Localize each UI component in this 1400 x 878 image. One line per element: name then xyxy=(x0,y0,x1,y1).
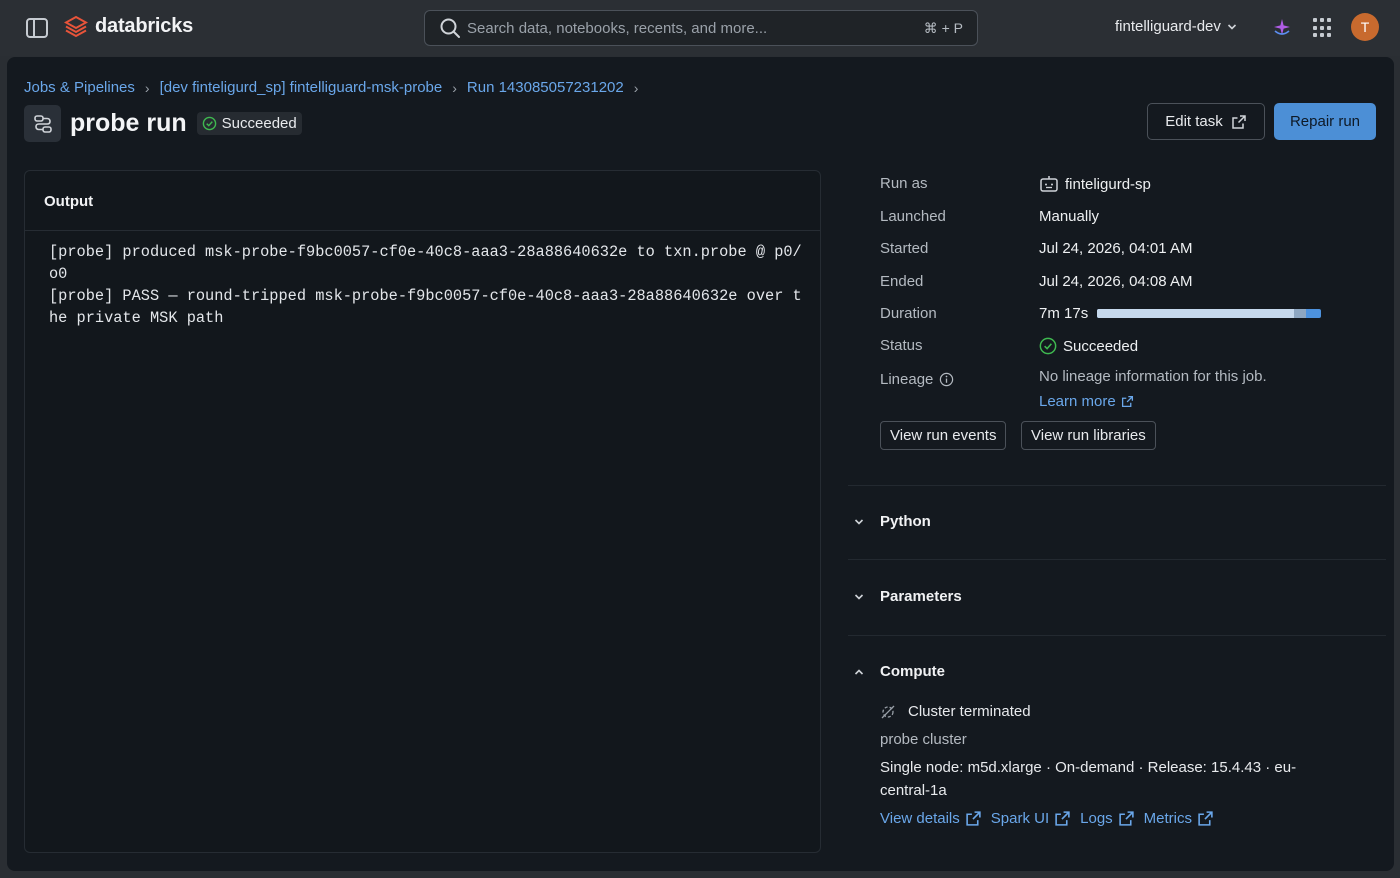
chevron-right-icon: › xyxy=(452,79,457,96)
repair-run-button[interactable]: Repair run xyxy=(1274,103,1376,140)
lineage-label: Lineage xyxy=(880,371,934,388)
duration-timeline-bar[interactable] xyxy=(1097,309,1322,318)
title-row: probe run Succeeded xyxy=(24,105,302,142)
breadcrumb-job[interactable]: [dev finteligurd_sp] fintelliguard-msk-p… xyxy=(160,79,443,96)
avatar[interactable]: T xyxy=(1351,13,1379,41)
check-circle-icon xyxy=(1039,337,1057,355)
chevron-down-icon xyxy=(852,516,866,528)
task-icon xyxy=(24,105,61,142)
output-title: Output xyxy=(25,171,820,231)
breadcrumb: Jobs & Pipelines › [dev finteligurd_sp] … xyxy=(24,79,638,96)
logs-label: Logs xyxy=(1080,810,1113,827)
cluster-spec: Single node: m5d.xlarge · On-demand · Re… xyxy=(880,759,1297,776)
status-badge: Succeeded xyxy=(196,112,302,135)
robot-icon xyxy=(1040,176,1058,192)
view-details-link[interactable]: View details xyxy=(880,810,982,827)
sidebar-toggle-icon[interactable] xyxy=(26,18,48,38)
chevron-right-icon[interactable]: › xyxy=(634,80,639,96)
chevron-up-icon xyxy=(852,666,866,678)
chevron-down-icon xyxy=(852,591,866,603)
learn-more-link[interactable]: Learn more xyxy=(1039,393,1134,410)
cluster-state: Cluster terminated xyxy=(880,703,1031,720)
section-compute-label: Compute xyxy=(880,663,945,680)
output-log: [probe] produced msk-probe-f9bc0057-cf0e… xyxy=(49,243,802,327)
view-details-label: View details xyxy=(880,810,960,827)
learn-more-label: Learn more xyxy=(1039,393,1116,410)
run-as-value: finteligurd-sp xyxy=(1065,175,1151,193)
chevron-right-icon: › xyxy=(144,79,150,96)
databricks-logo-icon xyxy=(64,15,88,38)
duration-value: 7m 17s xyxy=(1039,305,1089,322)
info-icon[interactable] xyxy=(939,372,954,387)
duration-label: Duration xyxy=(880,305,937,322)
spark-ui-link[interactable]: Spark UI xyxy=(991,810,1071,827)
section-compute[interactable]: Compute xyxy=(852,663,945,680)
ended-label: Ended xyxy=(880,273,924,290)
ended-value: Jul 24, 2026, 04:08 AM xyxy=(1039,273,1193,290)
assistant-sparkle-icon[interactable] xyxy=(1270,16,1294,40)
compute-links: View details Spark UI Logs Metrics xyxy=(880,810,1214,827)
search-icon xyxy=(439,17,461,39)
section-python[interactable]: Python xyxy=(852,513,931,530)
breadcrumb-jobs-pipelines[interactable]: Jobs & Pipelines xyxy=(24,79,135,96)
workspace-switcher[interactable]: fintelliguard-dev xyxy=(1115,18,1237,35)
external-link-icon xyxy=(966,811,981,826)
external-link-icon xyxy=(1055,811,1070,826)
chevron-down-icon xyxy=(1227,23,1236,30)
workspace-name: fintelliguard-dev xyxy=(1115,18,1221,35)
view-run-events-button[interactable]: View run events xyxy=(880,421,1007,450)
logo[interactable]: databricks xyxy=(64,14,193,38)
cluster-off-icon xyxy=(881,705,895,718)
launched-value: Manually xyxy=(1039,208,1100,225)
divider xyxy=(848,559,1386,560)
launched-label: Launched xyxy=(880,208,946,225)
section-python-label: Python xyxy=(880,513,931,530)
brand-name: databricks xyxy=(95,14,194,37)
cluster-spec-cont: central-1a xyxy=(880,782,947,799)
external-link-icon xyxy=(1198,811,1213,826)
search-shortcut: ⌘ + P xyxy=(923,19,963,36)
page-title: probe run xyxy=(70,109,187,137)
started-label: Started xyxy=(880,240,929,257)
check-circle-icon xyxy=(202,116,216,131)
output-panel: Output [probe] produced msk-probe-f9bc00… xyxy=(24,170,821,853)
metrics-link[interactable]: Metrics xyxy=(1144,810,1214,827)
started-value: Jul 24, 2026, 04:01 AM xyxy=(1039,240,1193,257)
external-link-icon xyxy=(1121,395,1133,408)
status-badge-label: Succeeded xyxy=(221,115,297,132)
metrics-label: Metrics xyxy=(1143,810,1193,827)
divider xyxy=(848,485,1386,486)
global-search[interactable]: ⌘ + P xyxy=(424,10,978,46)
lineage-value: No lineage information for this job. xyxy=(1039,368,1267,385)
divider xyxy=(848,635,1386,636)
top-bar: databricks ⌘ + P fintelliguard-dev T xyxy=(0,0,1400,56)
search-input[interactable] xyxy=(467,19,924,37)
run-as-label: Run as xyxy=(880,175,928,192)
view-run-libraries-button[interactable]: View run libraries xyxy=(1021,421,1156,450)
breadcrumb-run[interactable]: Run 143085057231202 xyxy=(467,79,624,96)
section-parameters[interactable]: Parameters xyxy=(852,588,962,605)
cluster-state-label: Cluster terminated xyxy=(908,703,1031,720)
section-parameters-label: Parameters xyxy=(880,588,962,605)
spark-ui-label: Spark UI xyxy=(990,810,1050,827)
status-value: Succeeded xyxy=(1063,337,1139,355)
app-grid-icon[interactable] xyxy=(1313,18,1333,38)
edit-task-label: Edit task xyxy=(1165,113,1223,130)
main-panel: Jobs & Pipelines › [dev finteligurd_sp] … xyxy=(7,57,1394,871)
cluster-name: probe cluster xyxy=(880,731,967,748)
logs-link[interactable]: Logs xyxy=(1080,810,1135,827)
external-link-icon xyxy=(1232,114,1246,129)
external-link-icon xyxy=(1119,811,1134,826)
edit-task-button[interactable]: Edit task xyxy=(1147,103,1265,140)
status-label: Status xyxy=(880,337,923,354)
